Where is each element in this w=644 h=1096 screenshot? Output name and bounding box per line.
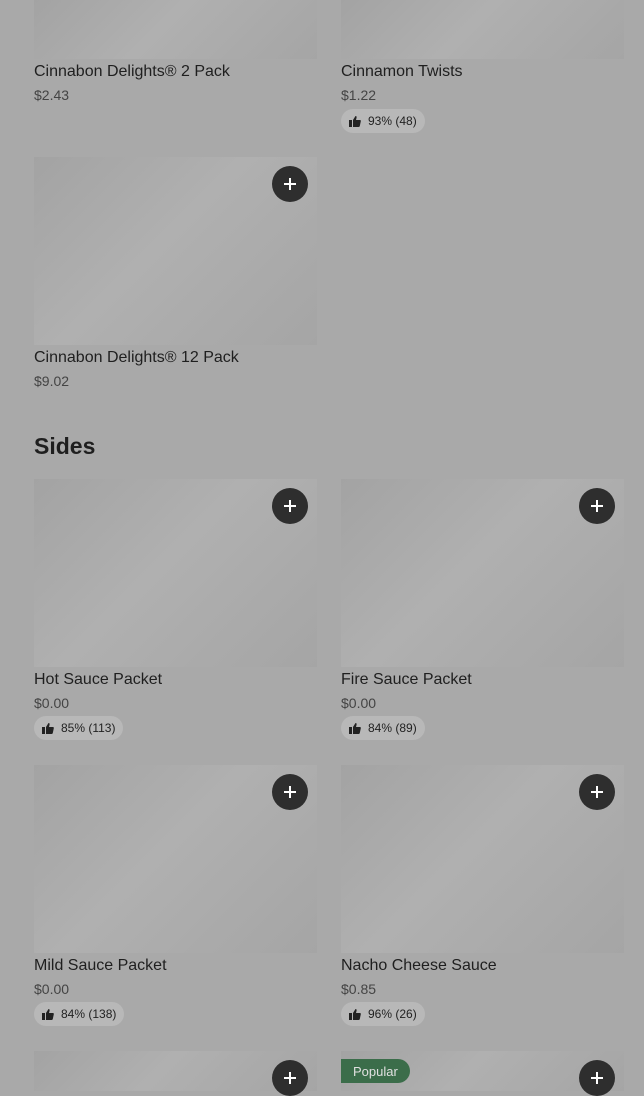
item-price: $0.00 [341,695,377,711]
rating-text: 84% (138) [61,1007,117,1021]
rating-badge: 85% (113) [34,716,124,740]
item-price: $0.00 [34,695,70,711]
item-image [341,0,624,59]
item-price: $0.85 [341,981,377,997]
add-to-cart-button[interactable] [272,488,308,524]
section-title: Sides [34,433,96,459]
thumbs-up-icon [42,1008,54,1020]
plus-icon [284,1072,296,1084]
rating-badge: 84% (89) [341,716,425,740]
item-image [34,0,317,59]
rating-text: 84% (89) [368,721,417,735]
item-name: Fire Sauce Packet [341,671,472,688]
thumbs-up-icon [349,115,361,127]
rating-badge: 96% (26) [341,1002,425,1026]
item-price: $1.22 [341,87,377,103]
plus-icon [591,786,603,798]
item-price: $9.02 [34,373,70,389]
item-name: Cinnabon Delights® 12 Pack [34,349,239,366]
thumbs-up-icon [349,722,361,734]
item-name: Mild Sauce Packet [34,957,167,974]
item-name: Nacho Cheese Sauce [341,957,497,974]
item-name: Hot Sauce Packet [34,671,163,688]
plus-icon [284,500,296,512]
rating-text: 96% (26) [368,1007,417,1021]
thumbs-up-icon [42,722,54,734]
rating-text: 93% (48) [368,114,417,128]
popular-badge: Popular [341,1059,410,1083]
rating-badge: 93% (48) [341,109,425,133]
rating-badge: 84% (138) [34,1002,125,1026]
add-to-cart-button[interactable] [272,166,308,202]
add-to-cart-button[interactable] [272,774,308,810]
item-name: Cinnabon Delights® 2 Pack [34,63,230,80]
item-price: $2.43 [34,87,70,103]
thumbs-up-icon [349,1008,361,1020]
add-to-cart-button[interactable] [579,774,615,810]
plus-icon [284,178,296,190]
plus-icon [591,1072,603,1084]
plus-icon [284,786,296,798]
item-price: $0.00 [34,981,70,997]
add-to-cart-button[interactable] [579,488,615,524]
item-name: Cinnamon Twists [341,63,463,80]
rating-text: 85% (113) [61,721,116,735]
plus-icon [591,500,603,512]
